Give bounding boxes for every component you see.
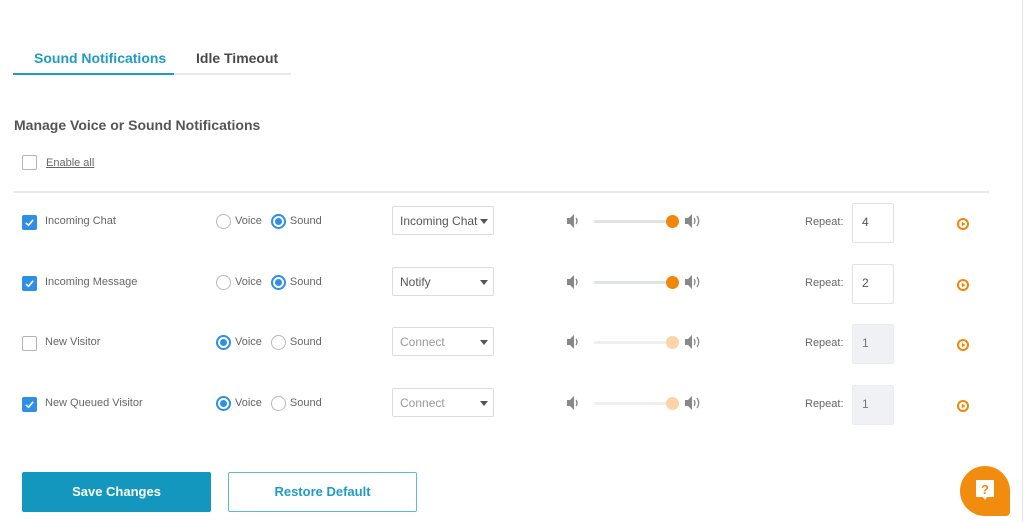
speaker-low-icon — [566, 213, 580, 229]
sound-select[interactable]: Notify — [392, 267, 494, 296]
speaker-low-icon — [566, 334, 580, 350]
enable-all-checkbox[interactable] — [22, 155, 37, 170]
chevron-down-icon — [480, 340, 488, 345]
enable-all-control: Enable all — [22, 155, 94, 170]
restore-default-button[interactable]: Restore Default — [228, 472, 417, 512]
mode-radio-group: Voice Sound — [216, 396, 331, 411]
tab-sound-notifications[interactable]: Sound Notifications — [34, 50, 166, 66]
tab-idle-timeout[interactable]: Idle Timeout — [196, 50, 278, 66]
voice-radio-label: Voice — [235, 335, 262, 348]
sound-radio[interactable] — [270, 275, 286, 290]
repeat-input[interactable]: 4 — [852, 203, 894, 243]
divider — [14, 191, 989, 193]
save-changes-button[interactable]: Save Changes — [22, 472, 211, 512]
speaker-high-icon — [684, 274, 704, 290]
volume-slider-thumb[interactable] — [666, 276, 679, 289]
repeat-input[interactable]: 1 — [852, 324, 894, 364]
play-circle-icon[interactable] — [957, 217, 969, 230]
play-circle-icon[interactable] — [957, 338, 969, 351]
voice-radio-label: Voice — [235, 396, 262, 409]
repeat-input[interactable]: 1 — [852, 385, 894, 425]
notification-name: Incoming Chat — [45, 215, 116, 227]
voice-radio[interactable] — [216, 396, 231, 411]
enable-all-label[interactable]: Enable all — [46, 157, 94, 169]
sound-radio-label: Sound — [289, 335, 322, 348]
enable-checkbox[interactable] — [22, 397, 37, 412]
mode-radio-group: Voice Sound — [216, 214, 331, 229]
sound-select[interactable]: Connect — [392, 388, 494, 417]
volume-slider-thumb[interactable] — [666, 397, 679, 410]
voice-radio-label: Voice — [235, 214, 262, 227]
help-question-icon: ? — [976, 480, 994, 500]
mode-radio-group: Voice Sound — [216, 335, 331, 350]
sound-select-value: Connect — [400, 335, 445, 349]
sound-select-value: Connect — [400, 396, 445, 410]
svg-text:?: ? — [981, 482, 989, 497]
voice-radio-label: Voice — [235, 275, 262, 288]
notification-name: New Visitor — [45, 336, 101, 348]
repeat-label: Repeat: — [805, 216, 844, 228]
sound-radio-label: Sound — [289, 214, 322, 227]
play-circle-icon[interactable] — [957, 399, 969, 412]
chevron-down-icon — [480, 219, 488, 224]
enable-checkbox[interactable] — [22, 215, 37, 230]
sound-radio-label: Sound — [289, 275, 322, 288]
volume-slider[interactable] — [594, 393, 679, 413]
enable-checkbox[interactable] — [22, 336, 37, 351]
notification-row: Incoming Message Voice Sound Notify Repeat: 2 — [0, 262, 1024, 304]
volume-slider-track — [594, 341, 672, 344]
voice-radio[interactable] — [216, 214, 231, 229]
notification-row: New Visitor Voice Sound Connect Repeat: 1 — [0, 322, 1024, 364]
page-right-border — [1022, 0, 1023, 522]
play-circle-icon[interactable] — [957, 278, 969, 291]
enable-checkbox[interactable] — [22, 276, 37, 291]
help-button[interactable]: ? — [960, 466, 1010, 516]
repeat-label: Repeat: — [805, 337, 844, 349]
repeat-input[interactable]: 2 — [852, 264, 894, 304]
volume-slider-track — [594, 220, 672, 223]
repeat-label: Repeat: — [805, 277, 844, 289]
notification-name: New Queued Visitor — [45, 397, 143, 409]
voice-radio[interactable] — [216, 275, 231, 290]
sound-radio-label: Sound — [289, 396, 322, 409]
speaker-low-icon — [566, 274, 580, 290]
notification-name: Incoming Message — [45, 276, 138, 288]
speaker-high-icon — [684, 395, 704, 411]
volume-slider-thumb[interactable] — [666, 336, 679, 349]
repeat-label: Repeat: — [805, 398, 844, 410]
sound-radio[interactable] — [270, 335, 286, 350]
voice-radio[interactable] — [216, 335, 231, 350]
volume-slider-track — [594, 281, 672, 284]
volume-slider-track — [594, 402, 672, 405]
sound-radio[interactable] — [270, 396, 286, 411]
mode-radio-group: Voice Sound — [216, 275, 331, 290]
chevron-down-icon — [480, 401, 488, 406]
volume-slider[interactable] — [594, 272, 679, 292]
section-title: Manage Voice or Sound Notifications — [14, 117, 261, 133]
notification-row: Incoming Chat Voice Sound Incoming Chat Repe… — [0, 201, 1024, 243]
volume-slider[interactable] — [594, 211, 679, 231]
sound-select[interactable]: Incoming Chat — [392, 206, 494, 235]
volume-slider[interactable] — [594, 332, 679, 352]
sound-radio[interactable] — [270, 214, 286, 229]
volume-slider-thumb[interactable] — [666, 215, 679, 228]
notification-row: New Queued Visitor Voice Sound Connect Repea… — [0, 383, 1024, 425]
active-tab-indicator — [13, 73, 174, 75]
speaker-high-icon — [684, 213, 704, 229]
sound-select-value: Incoming Chat — [400, 214, 478, 228]
speaker-high-icon — [684, 334, 704, 350]
chevron-down-icon — [480, 280, 488, 285]
sound-select[interactable]: Connect — [392, 327, 494, 356]
tab-bar: Sound Notifications Idle Timeout — [13, 44, 291, 75]
speaker-low-icon — [566, 395, 580, 411]
sound-select-value: Notify — [400, 275, 431, 289]
